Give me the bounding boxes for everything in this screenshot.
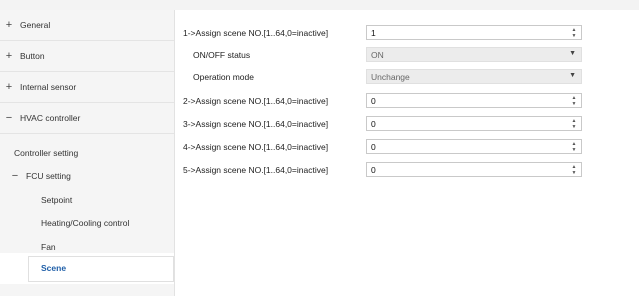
param-label: 3->Assign scene NO.[1..64,0=inactive] <box>183 119 329 129</box>
sidebar-item-label: Scene <box>41 263 67 273</box>
param-label: ON/OFF status <box>193 50 251 60</box>
param-label: 1->Assign scene NO.[1..64,0=inactive] <box>183 28 329 38</box>
sidebar-item-label: HVAC controller <box>20 113 81 123</box>
sidebar-item-label: General <box>20 20 51 30</box>
input-value: 0 <box>371 119 376 129</box>
sidebar-item-label: Setpoint <box>41 195 73 205</box>
sidebar-item-label: Fan <box>41 242 56 252</box>
spin-arrows-icon[interactable]: ▲ ▼ <box>570 141 578 153</box>
sidebar-item-button[interactable]: + Button <box>0 41 174 72</box>
expand-icon[interactable]: + <box>4 19 14 31</box>
param-label: 5->Assign scene NO.[1..64,0=inactive] <box>183 165 329 175</box>
spin-arrows-icon[interactable]: ▲ ▼ <box>570 164 578 176</box>
param-row-onoff-status: ON/OFF status ON ▼ <box>175 45 639 65</box>
select-value: Unchange <box>371 72 410 82</box>
param-row-scene-1: 1->Assign scene NO.[1..64,0=inactive] 1 … <box>175 23 639 43</box>
top-bar <box>0 0 639 10</box>
scene-2-number-input[interactable]: 0 ▲ ▼ <box>366 93 582 108</box>
operation-mode-select[interactable]: Unchange ▼ <box>366 69 582 84</box>
expand-icon[interactable]: + <box>4 50 14 62</box>
scene-4-number-input[interactable]: 0 ▲ ▼ <box>366 139 582 154</box>
param-label: 4->Assign scene NO.[1..64,0=inactive] <box>183 142 329 152</box>
input-value: 1 <box>371 28 376 38</box>
scene-1-number-input[interactable]: 1 ▲ ▼ <box>366 25 582 40</box>
onoff-status-select[interactable]: ON ▼ <box>366 47 582 62</box>
param-row-scene-4: 4->Assign scene NO.[1..64,0=inactive] 0 … <box>175 137 639 157</box>
sidebar-item-hvac-controller[interactable]: − HVAC controller <box>0 103 174 134</box>
collapse-icon[interactable]: − <box>10 170 20 182</box>
sidebar-item-label: Controller setting <box>14 148 79 158</box>
scene-3-number-input[interactable]: 0 ▲ ▼ <box>366 116 582 131</box>
input-value: 0 <box>371 96 376 106</box>
sidebar-item-label: FCU setting <box>26 171 71 181</box>
sidebar-item-general[interactable]: + General <box>0 10 174 41</box>
sidebar-item-label: Button <box>20 51 45 61</box>
param-row-scene-3: 3->Assign scene NO.[1..64,0=inactive] 0 … <box>175 114 639 134</box>
spin-arrows-icon[interactable]: ▲ ▼ <box>570 118 578 130</box>
spin-arrows-icon[interactable]: ▲ ▼ <box>570 27 578 39</box>
sidebar-item-label: Internal sensor <box>20 82 77 92</box>
param-label: 2->Assign scene NO.[1..64,0=inactive] <box>183 96 329 106</box>
sidebar: + General + Button + Internal sensor − H… <box>0 10 175 296</box>
sidebar-item-label: Heating/Cooling control <box>41 218 130 228</box>
sidebar-item-scene[interactable]: Scene <box>0 253 174 284</box>
parameter-panel: 1->Assign scene NO.[1..64,0=inactive] 1 … <box>175 10 639 296</box>
input-value: 0 <box>371 142 376 152</box>
chevron-down-icon[interactable]: ▼ <box>569 72 576 79</box>
spin-arrows-icon[interactable]: ▲ ▼ <box>570 95 578 107</box>
expand-icon[interactable]: + <box>4 81 14 93</box>
chevron-down-icon[interactable]: ▼ <box>569 50 576 57</box>
param-row-scene-2: 2->Assign scene NO.[1..64,0=inactive] 0 … <box>175 91 639 111</box>
scene-5-number-input[interactable]: 0 ▲ ▼ <box>366 162 582 177</box>
param-row-scene-5: 5->Assign scene NO.[1..64,0=inactive] 0 … <box>175 160 639 180</box>
sidebar-item-internal-sensor[interactable]: + Internal sensor <box>0 72 174 103</box>
collapse-icon[interactable]: − <box>4 112 14 124</box>
input-value: 0 <box>371 165 376 175</box>
param-label: Operation mode <box>193 72 254 82</box>
param-row-operation-mode: Operation mode Unchange ▼ <box>175 67 639 87</box>
select-value: ON <box>371 50 384 60</box>
